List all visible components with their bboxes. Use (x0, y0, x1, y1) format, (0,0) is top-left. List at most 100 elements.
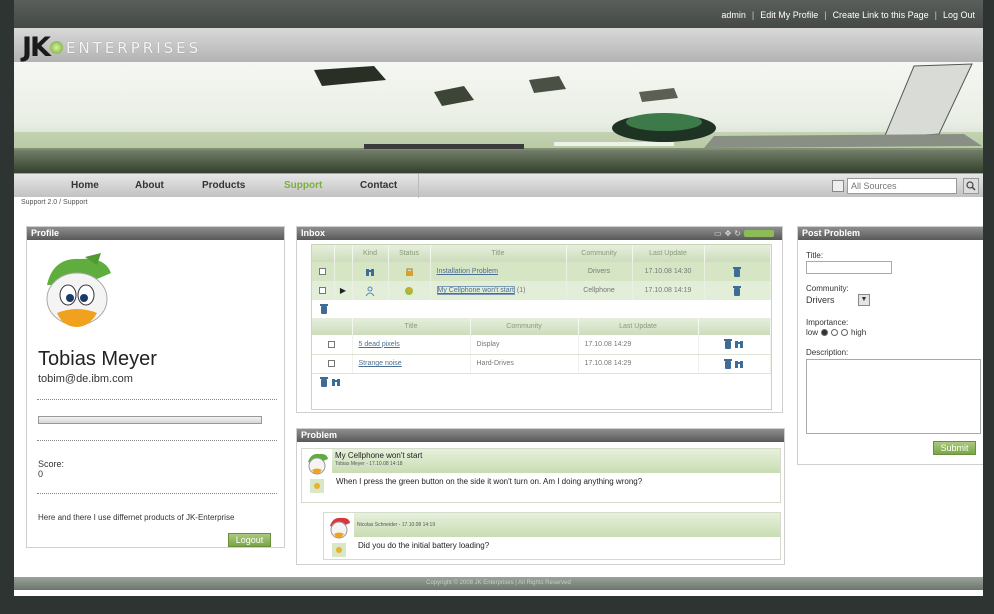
nav-products[interactable]: Products (202, 180, 245, 191)
importance-label: Importance: (806, 318, 849, 327)
sub-row-community: Display (470, 335, 579, 355)
col-kind[interactable]: Kind (352, 245, 389, 262)
search-area (832, 178, 979, 194)
nav-about[interactable]: About (135, 180, 164, 191)
separator: | (751, 10, 755, 20)
sub-problem-link[interactable]: Strange noise (359, 360, 402, 367)
table-row[interactable]: Installation Problem Drivers 17.10.08 14… (312, 262, 771, 281)
refresh-icon[interactable]: ↻ (734, 229, 741, 238)
title-label: Title: (806, 251, 824, 260)
community-select[interactable]: Drivers ▼ (806, 294, 870, 306)
author-avatar (308, 453, 328, 475)
post-body: When I press the green button on the sid… (336, 477, 643, 486)
table-row[interactable]: ▶ My Cellphone won't start (1) Cellphone… (312, 281, 771, 300)
problem-link[interactable]: My Cellphone won't start (436, 286, 515, 295)
search-input[interactable] (847, 178, 957, 194)
trash-icon[interactable] (733, 266, 742, 277)
post-problem-panel: Post Problem Title: Community: Drivers ▼… (797, 226, 983, 465)
problem-post: My Cellphone won't start Tobias Meyer - … (301, 448, 781, 503)
importance-radio-1[interactable] (821, 329, 829, 336)
nav-divider (418, 174, 419, 198)
row-community: Cellphone (566, 281, 633, 300)
main-nav: Home About Products Support Contact (14, 173, 983, 198)
row-checkbox[interactable] (328, 340, 336, 348)
logo[interactable]: JK ENTERPRISES (22, 32, 201, 63)
profile-title: Profile (27, 227, 284, 240)
table-row[interactable]: Strange noise Hard-Drives 17.10.08 14:29 (312, 354, 771, 374)
sub-problem-link[interactable]: 5 dead pixels (359, 341, 400, 348)
post-title: My Cellphone won't start (335, 451, 423, 460)
reply-post: Nicolas Schneider - 17.10.08 14:19 Did y… (323, 512, 781, 560)
subcol-title[interactable]: Title (352, 318, 471, 335)
filter-icon[interactable] (832, 180, 844, 192)
nav-home[interactable]: Home (71, 180, 99, 191)
title-input[interactable] (806, 261, 892, 274)
trash-icon[interactable] (733, 285, 742, 296)
breadcrumb: Support 2.0 / Support (21, 199, 88, 206)
reply-header: Nicolas Schneider - 17.10.08 14:19 (354, 513, 780, 537)
importance-options: low high (806, 328, 866, 337)
col-title[interactable]: Title (430, 245, 567, 262)
problem-link[interactable]: Installation Problem (437, 268, 498, 275)
divider (37, 399, 277, 400)
importance-high-label: high (851, 328, 867, 337)
reply-count: (1) (516, 287, 526, 294)
col-last-update[interactable]: Last Update (632, 245, 705, 262)
inbox-table-area: Kind Status Title Community Last Update … (311, 244, 772, 410)
minimize-icon[interactable]: ▭ (714, 229, 722, 238)
create-link-link[interactable]: Create Link to this Page (833, 10, 929, 20)
status-globe-icon (405, 286, 413, 295)
post-problem-title: Post Problem (798, 227, 983, 240)
subcol-community[interactable]: Community (470, 318, 579, 335)
expand-arrow-icon[interactable]: ▶ (340, 286, 346, 295)
nav-support[interactable]: Support (284, 180, 322, 191)
inbox-tools: ▭ ✥ ↻ (714, 229, 774, 238)
col-status[interactable]: Status (388, 245, 431, 262)
trash-icon[interactable] (724, 339, 733, 350)
community-label: Community: (806, 284, 849, 293)
reply-body: Did you do the initial battery loading? (358, 541, 490, 550)
admin-link[interactable]: admin (721, 10, 746, 20)
logout-button[interactable]: Logout (228, 533, 271, 547)
trash-icon[interactable] (320, 304, 328, 315)
profile-progress-bar (38, 416, 262, 424)
submit-button[interactable]: Submit (933, 441, 976, 455)
profile-name: Tobias Meyer (38, 348, 157, 370)
row-checkbox[interactable] (319, 267, 327, 275)
logo-dot-icon (49, 41, 63, 54)
trash-icon[interactable] (320, 376, 328, 387)
profile-email: tobim@de.ibm.com (38, 373, 133, 385)
banner-illustration (14, 63, 983, 173)
lock-icon (406, 268, 413, 276)
description-textarea[interactable] (806, 359, 981, 434)
binoculars-icon[interactable] (331, 377, 341, 387)
row-community: Drivers (566, 262, 633, 281)
binoculars-icon[interactable] (734, 339, 744, 349)
subcol-last-update[interactable]: Last Update (578, 318, 699, 335)
row-checkbox[interactable] (319, 286, 327, 294)
footer: Copyright © 2008 JK Enterprises | All Ri… (14, 577, 983, 590)
move-icon[interactable]: ✥ (725, 229, 732, 238)
nav-contact[interactable]: Contact (360, 180, 397, 191)
chevron-down-icon[interactable]: ▼ (858, 294, 870, 306)
importance-radio-3[interactable] (841, 329, 849, 336)
importance-low-label: low (806, 328, 819, 337)
table-row[interactable]: 5 dead pixels Display 17.10.08 14:29 (312, 335, 771, 355)
logo-text: ENTERPRISES (65, 38, 202, 57)
user-bar: admin | Edit My Profile | Create Link to… (14, 0, 983, 28)
binoculars-icon[interactable] (734, 359, 744, 369)
edit-profile-link[interactable]: Edit My Profile (760, 10, 818, 20)
inbox-table: Kind Status Title Community Last Update … (312, 245, 771, 318)
row-checkbox[interactable] (328, 359, 336, 367)
search-icon (966, 181, 976, 191)
community-value: Drivers (806, 295, 835, 305)
importance-radio-2[interactable] (831, 329, 839, 336)
logo-jk: JK (22, 32, 51, 63)
logo-bar: JK ENTERPRISES (14, 28, 983, 63)
col-community[interactable]: Community (566, 245, 633, 262)
author-avatar (330, 517, 350, 539)
logout-link[interactable]: Log Out (943, 10, 975, 20)
trash-icon[interactable] (724, 358, 733, 369)
page-frame: admin | Edit My Profile | Create Link to… (14, 0, 983, 596)
search-button[interactable] (963, 178, 979, 194)
